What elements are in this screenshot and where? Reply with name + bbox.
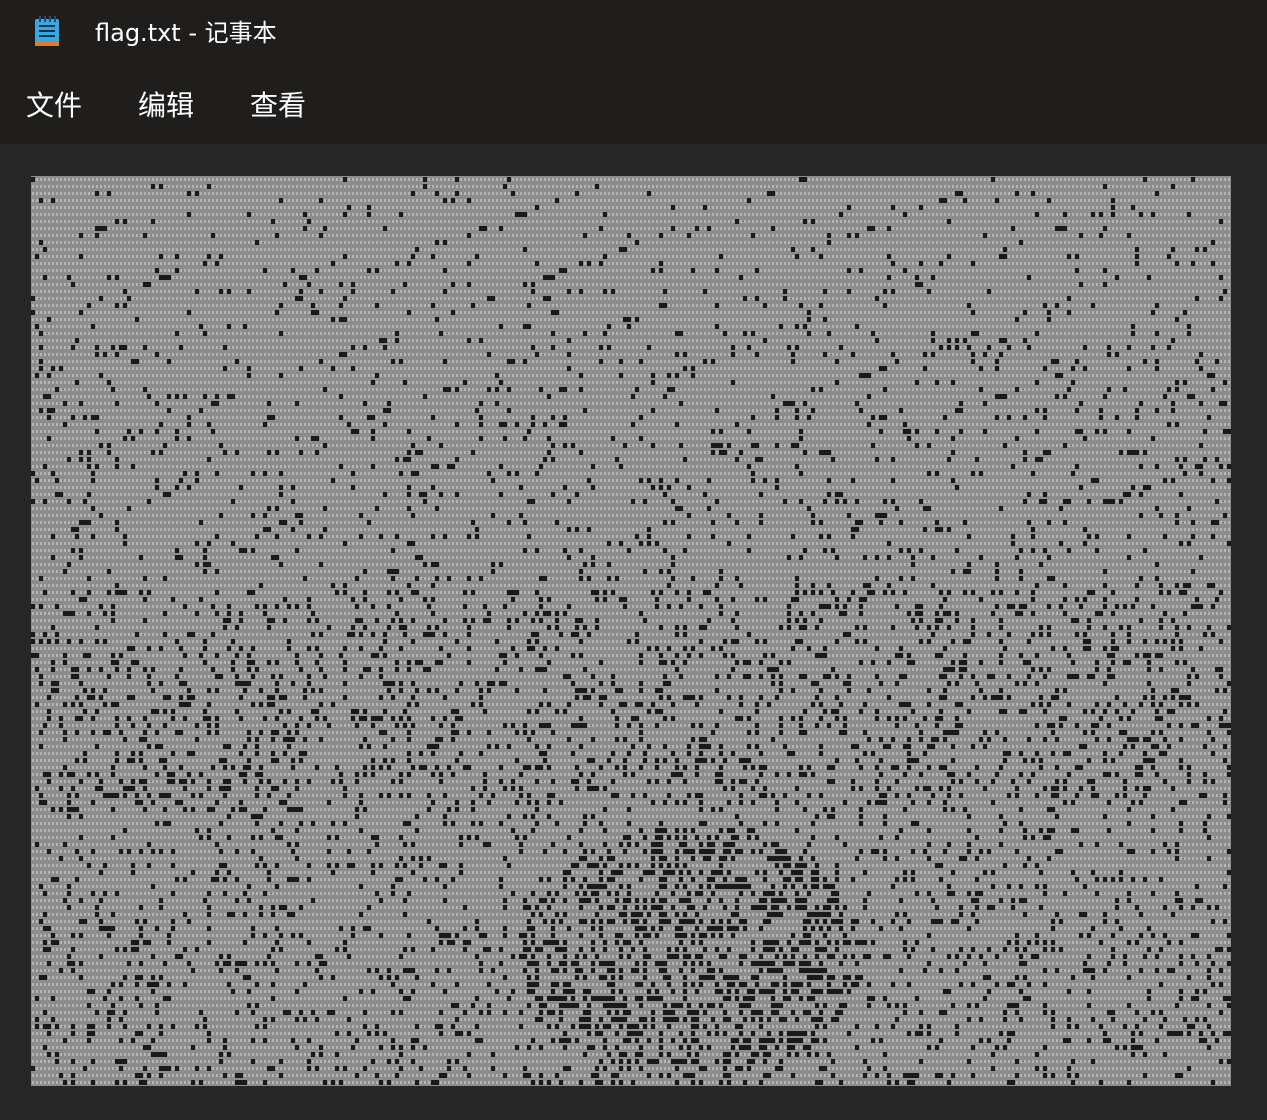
notepad-window: flag.txt - 记事本 文件 编辑 查看 xyxy=(0,0,1267,1120)
editor-pane xyxy=(0,144,1267,1120)
window-title: flag.txt - 记事本 xyxy=(95,19,277,47)
menu-edit[interactable]: 编辑 xyxy=(138,88,194,124)
menu-bar: 文件 编辑 查看 xyxy=(0,66,1267,144)
dot-pattern-text xyxy=(31,176,1231,1086)
text-content-area[interactable] xyxy=(31,176,1231,1086)
menu-file[interactable]: 文件 xyxy=(26,88,82,124)
menu-view[interactable]: 查看 xyxy=(250,88,306,124)
notepad-icon xyxy=(33,15,61,48)
title-bar: flag.txt - 记事本 xyxy=(0,0,1267,66)
